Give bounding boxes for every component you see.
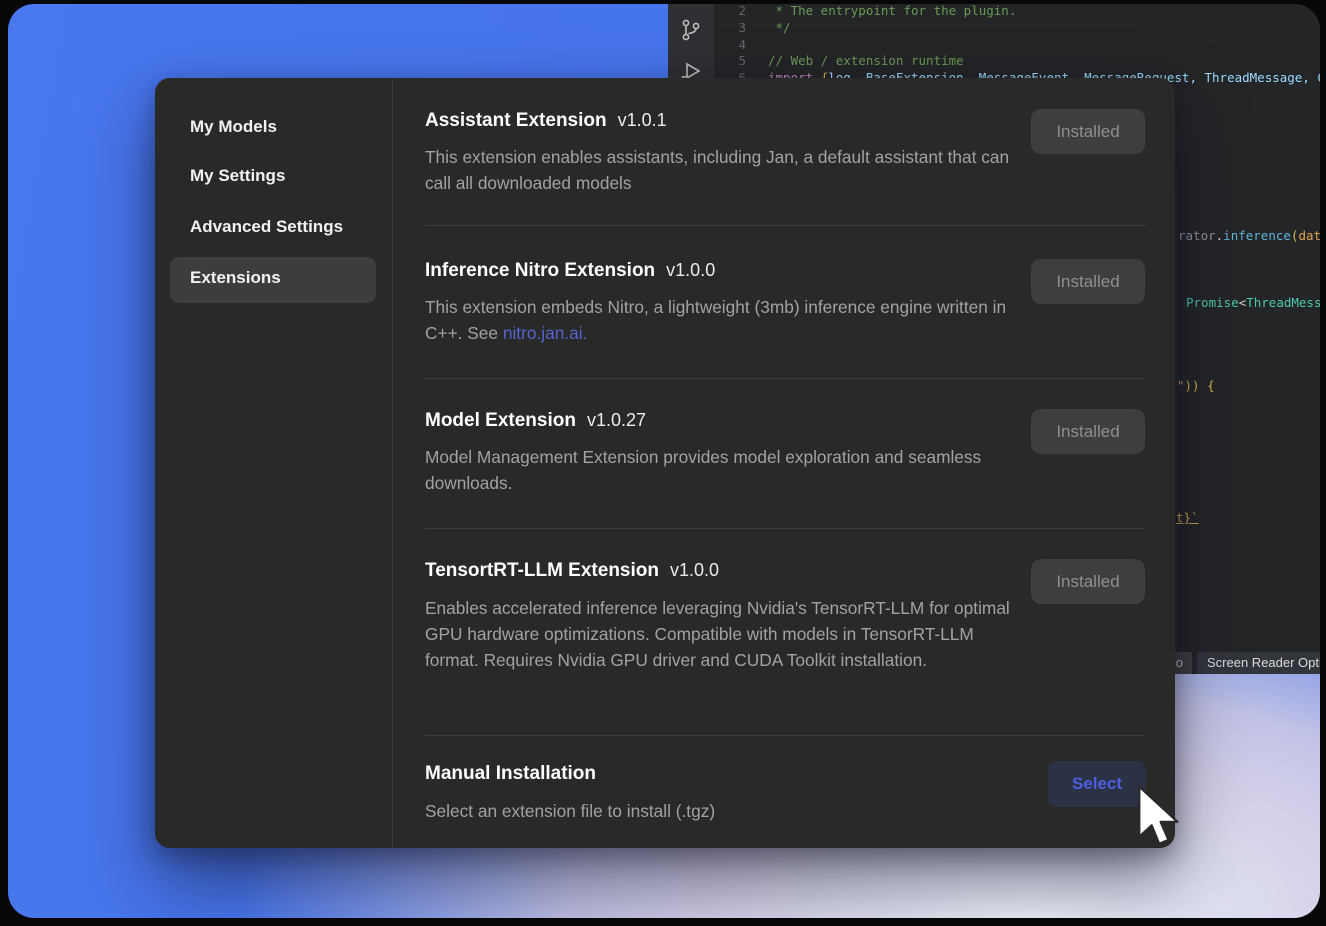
- code-token: inference: [1223, 228, 1291, 243]
- code-fragment: t}`: [1176, 510, 1199, 527]
- sidebar-divider: [392, 78, 393, 848]
- extension-title-row: TensortRT-LLM Extension v1.0.0: [425, 558, 719, 584]
- code-token: t}`: [1176, 510, 1199, 525]
- sidebar-item-label: Extensions: [190, 268, 281, 288]
- separator: [425, 225, 1145, 226]
- line-number: 4: [714, 37, 746, 54]
- separator: [425, 528, 1145, 529]
- settings-modal: My Models My Settings Advanced Settings …: [155, 78, 1175, 848]
- code-token: rator: [1178, 228, 1216, 243]
- installed-button[interactable]: Installed: [1031, 259, 1145, 304]
- manual-installation-row: Manual Installation: [425, 761, 596, 787]
- code-token: )): [1185, 378, 1200, 393]
- extension-title-row: Inference Nitro Extension v1.0.0: [425, 258, 715, 284]
- code-token: ": [1177, 378, 1185, 393]
- manual-installation-title: Manual Installation: [425, 761, 596, 787]
- sidebar-item-advanced-settings[interactable]: Advanced Settings: [190, 217, 343, 237]
- extension-description: Model Management Extension provides mode…: [425, 445, 1013, 496]
- manual-installation-description: Select an extension file to install (.tg…: [425, 799, 715, 825]
- extension-title: TensortRT-LLM Extension: [425, 558, 659, 584]
- extension-title: Inference Nitro Extension: [425, 258, 655, 284]
- line-number: 5: [714, 53, 746, 70]
- extension-version: v1.0.0: [666, 260, 715, 281]
- installed-button[interactable]: Installed: [1031, 409, 1145, 454]
- code-line: // Web / extension runtime: [768, 53, 964, 70]
- code-token: Promise: [1186, 295, 1239, 310]
- code-token: ThreadMessage: [1246, 295, 1320, 310]
- sidebar-item-extensions[interactable]: Extensions: [170, 257, 376, 303]
- nitro-jan-ai-link[interactable]: nitro.jan.ai.: [503, 323, 588, 343]
- extension-version: v1.0.27: [587, 410, 646, 431]
- extension-title: Assistant Extension: [425, 108, 607, 134]
- statusbar-screen-reader-badge: Screen Reader Optimized: [1197, 652, 1320, 674]
- separator: [425, 735, 1145, 736]
- mouse-cursor: [1135, 783, 1187, 849]
- source-control-icon[interactable]: [679, 18, 703, 42]
- sidebar-item-my-settings[interactable]: My Settings: [190, 166, 285, 186]
- installed-button[interactable]: Installed: [1031, 109, 1145, 154]
- code-line: */: [768, 20, 791, 37]
- extension-title-row: Model Extension v1.0.27: [425, 408, 646, 434]
- screen-background: 2 3 4 5 6 * The entrypoint for the plugi…: [0, 0, 1326, 926]
- extension-description: Enables accelerated inference leveraging…: [425, 595, 1013, 673]
- extension-title: Model Extension: [425, 408, 576, 434]
- code-token: {: [1200, 378, 1215, 393]
- extension-description: This extension embeds Nitro, a lightweig…: [425, 295, 1013, 346]
- code-token: data: [1298, 228, 1320, 243]
- extension-version: v1.0.1: [618, 110, 667, 131]
- line-number: 2: [714, 4, 746, 20]
- code-line: * The entrypoint for the plugin.: [768, 4, 1016, 20]
- sidebar-item-my-models[interactable]: My Models: [190, 117, 277, 137]
- code-fragment: Promise<ThreadMessage>: [1186, 295, 1320, 312]
- code-fragment: rator.inference(data));: [1178, 228, 1320, 245]
- screenshot-frame: 2 3 4 5 6 * The entrypoint for the plugi…: [8, 4, 1320, 918]
- separator: [425, 378, 1145, 379]
- line-number: 3: [714, 20, 746, 37]
- installed-button[interactable]: Installed: [1031, 559, 1145, 604]
- select-button[interactable]: Select: [1048, 761, 1146, 807]
- extension-version: v1.0.0: [670, 560, 719, 581]
- extension-description: This extension enables assistants, inclu…: [425, 145, 1013, 196]
- code-fragment: ")) {: [1177, 378, 1215, 395]
- extension-title-row: Assistant Extension v1.0.1: [425, 108, 667, 134]
